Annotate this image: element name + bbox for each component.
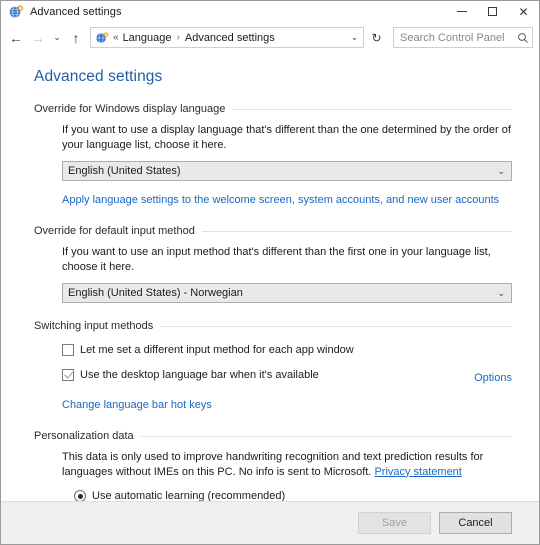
recent-locations-button[interactable]: ⌄ xyxy=(49,27,65,49)
advanced-settings-window: Advanced settings ✕ ← → ⌄ ↑ « Language ›… xyxy=(0,0,540,545)
back-button[interactable]: ← xyxy=(5,27,27,49)
section-divider xyxy=(160,325,512,327)
cancel-button-label: Cancel xyxy=(458,517,493,529)
section-divider xyxy=(232,108,512,110)
close-icon: ✕ xyxy=(518,4,529,19)
refresh-button[interactable]: ↻ xyxy=(365,26,388,49)
breadcrumb-item-advanced-settings[interactable]: Advanced settings xyxy=(185,32,275,44)
search-box[interactable] xyxy=(393,27,533,48)
section-divider xyxy=(201,230,512,232)
up-arrow-icon: ↑ xyxy=(72,29,80,46)
checkbox-language-bar[interactable] xyxy=(62,369,74,381)
default-input-method-description: If you want to use an input method that'… xyxy=(62,246,491,273)
language-bar-options-link[interactable]: Options xyxy=(474,372,512,384)
cancel-button[interactable]: Cancel xyxy=(439,512,512,534)
forward-button[interactable]: → xyxy=(27,27,49,49)
breadcrumb-item-language[interactable]: Language xyxy=(123,32,172,44)
forward-arrow-icon: → xyxy=(31,29,45,46)
up-button[interactable]: ↑ xyxy=(65,27,87,49)
title-bar: Advanced settings ✕ xyxy=(1,1,539,23)
section-display-language: Override for Windows display language If… xyxy=(34,103,539,208)
section-header: Personalization data xyxy=(34,430,512,442)
breadcrumb: « Language › Advanced settings xyxy=(113,32,275,44)
close-button[interactable]: ✕ xyxy=(508,1,539,22)
checkbox-label-app-window: Let me set a different input method for … xyxy=(80,344,354,356)
privacy-statement-link[interactable]: Privacy statement xyxy=(374,466,461,478)
maximize-button[interactable] xyxy=(477,1,508,22)
refresh-icon: ↻ xyxy=(371,30,382,45)
section-divider xyxy=(140,435,512,437)
display-language-combobox[interactable]: English (United States) ⌄ xyxy=(62,161,512,181)
breadcrumb-overflow-icon[interactable]: « xyxy=(113,32,119,43)
section-label-display-language: Override for Windows display language xyxy=(34,103,226,115)
minimize-button[interactable] xyxy=(446,1,477,22)
address-dropdown-button[interactable]: ⌄ xyxy=(346,28,363,47)
default-input-method-value: English (United States) - Norwegian xyxy=(68,287,243,299)
chevron-down-icon: ⌄ xyxy=(53,32,61,42)
chevron-down-icon: ⌄ xyxy=(497,165,505,176)
radio-label-use-automatic-learning: Use automatic learning (recommended) xyxy=(92,490,286,501)
section-header: Override for default input method xyxy=(34,225,512,237)
default-input-method-combobox[interactable]: English (United States) - Norwegian ⌄ xyxy=(62,283,512,303)
section-label-switching-input-methods: Switching input methods xyxy=(34,320,154,332)
checkbox-label-language-bar: Use the desktop language bar when it's a… xyxy=(80,369,319,381)
chevron-down-icon: ⌄ xyxy=(497,287,505,298)
address-bar[interactable]: « Language › Advanced settings ⌄ xyxy=(90,27,364,48)
section-header: Override for Windows display language xyxy=(34,103,512,115)
section-label-default-input-method: Override for default input method xyxy=(34,225,195,237)
section-label-personalization-data: Personalization data xyxy=(34,430,134,442)
checkbox-row-language-bar[interactable]: Use the desktop language bar when it's a… xyxy=(62,368,512,386)
language-globe-icon xyxy=(8,4,24,20)
display-language-value: English (United States) xyxy=(68,165,181,177)
search-input[interactable] xyxy=(394,31,514,44)
change-language-bar-hotkeys-link[interactable]: Change language bar hot keys xyxy=(62,399,212,411)
breadcrumb-separator-icon[interactable]: › xyxy=(177,32,180,43)
back-arrow-icon: ← xyxy=(9,29,23,46)
page-title: Advanced settings xyxy=(34,68,163,85)
window-title: Advanced settings xyxy=(30,5,122,18)
radio-use-automatic-learning[interactable] xyxy=(74,490,86,501)
address-bar-row: ← → ⌄ ↑ « Language › Advanced settings ⌄ xyxy=(1,23,539,52)
section-default-input-method: Override for default input method If you… xyxy=(34,225,539,303)
window-controls: ✕ xyxy=(446,1,539,22)
personalization-description: This data is only used to improve handwr… xyxy=(62,450,512,479)
apply-language-settings-link[interactable]: Apply language settings to the welcome s… xyxy=(62,194,499,206)
save-button[interactable]: Save xyxy=(358,512,431,534)
save-button-label: Save xyxy=(381,517,408,529)
display-language-description: If you want to use a display language th… xyxy=(62,124,511,151)
search-icon[interactable] xyxy=(514,32,532,44)
language-globe-icon-small xyxy=(95,31,109,45)
section-switching-input-methods: Switching input methods Let me set a dif… xyxy=(34,320,539,413)
section-header: Switching input methods xyxy=(34,320,512,332)
settings-content: Advanced settings Override for Windows d… xyxy=(1,52,539,501)
radio-row-auto-learning[interactable]: Use automatic learning (recommended) xyxy=(74,489,512,501)
checkbox-row-app-window[interactable]: Let me set a different input method for … xyxy=(62,343,512,357)
dialog-footer: Save Cancel xyxy=(1,501,539,544)
checkbox-app-window[interactable] xyxy=(62,344,74,356)
section-personalization-data: Personalization data This data is only u… xyxy=(34,430,539,501)
chevron-down-icon: ⌄ xyxy=(350,32,359,42)
